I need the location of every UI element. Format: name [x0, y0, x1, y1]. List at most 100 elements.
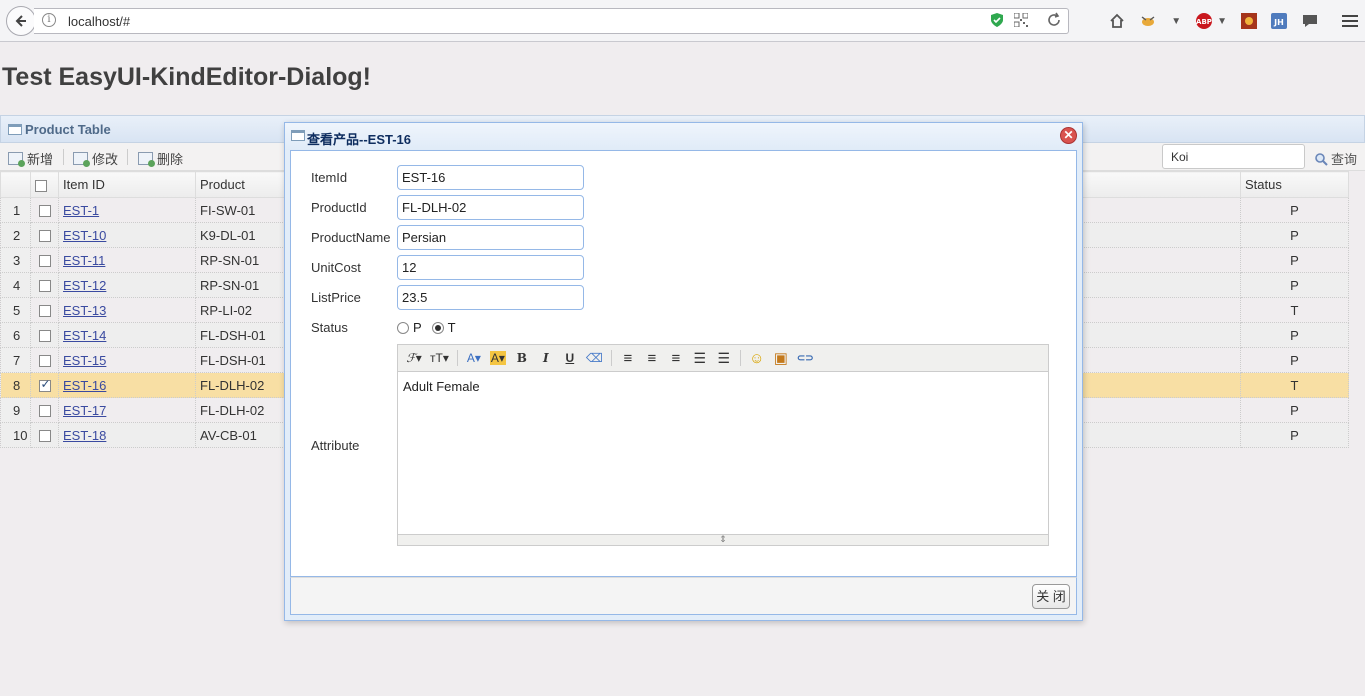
align-left-icon[interactable]: ≡	[620, 350, 636, 367]
item-id-input[interactable]	[397, 165, 584, 190]
url-text[interactable]: localhost/#	[68, 14, 130, 29]
font-size-icon[interactable]: тT▾	[430, 351, 449, 365]
search-input[interactable]	[1162, 144, 1305, 169]
row-checkbox[interactable]	[38, 280, 51, 293]
adblock-icon[interactable]: ABP	[1195, 12, 1213, 30]
row-number: 10	[0, 422, 31, 448]
row-checkbox[interactable]	[38, 377, 51, 393]
ordered-list-icon[interactable]: ☰	[692, 350, 708, 367]
search-button[interactable]: 查询	[1314, 149, 1357, 168]
align-right-icon[interactable]: ≡	[668, 350, 684, 367]
select-all-checkbox-cell[interactable]	[30, 171, 59, 198]
info-icon[interactable]: i	[42, 13, 56, 27]
editor-content[interactable]: Adult Female	[403, 379, 480, 394]
home-icon[interactable]	[1109, 13, 1125, 29]
product-id-label: ProductId	[311, 200, 367, 215]
font-name-icon[interactable]: ℱ▾	[406, 351, 422, 365]
item-id-link[interactable]: EST-16	[63, 378, 106, 393]
dialog-header: 查看产品--EST-16 ✕	[285, 123, 1082, 150]
search-icon	[1315, 152, 1328, 166]
row-checkbox[interactable]	[38, 355, 51, 368]
select-all-checkbox[interactable]	[35, 179, 47, 192]
align-center-icon[interactable]: ≡	[644, 350, 660, 367]
item-id-label: ItemId	[311, 170, 348, 185]
unordered-list-icon[interactable]: ☰	[716, 350, 732, 367]
jh-extension-icon[interactable]: JH	[1271, 13, 1287, 29]
add-button[interactable]: 新增	[8, 149, 53, 168]
image-icon[interactable]: ▣	[773, 349, 789, 367]
item-id-link[interactable]: EST-14	[63, 328, 106, 343]
back-arrow-icon	[15, 15, 26, 27]
product-name-input[interactable]	[397, 225, 584, 250]
emoticon-icon[interactable]: ☺	[749, 350, 765, 367]
row-checkbox-cell[interactable]	[30, 297, 59, 323]
column-header-status[interactable]: Status	[1240, 171, 1349, 198]
item-id-cell: EST-1	[58, 197, 196, 223]
list-price-row: ListPrice	[311, 285, 584, 310]
status-cell: P	[1240, 272, 1349, 298]
row-checkbox-cell[interactable]	[30, 397, 59, 423]
hilite-color-icon[interactable]: A▾	[489, 351, 506, 365]
row-checkbox[interactable]	[38, 430, 51, 443]
row-checkbox-cell[interactable]	[30, 322, 59, 348]
status-radio-p[interactable]	[397, 321, 409, 334]
unit-cost-label: UnitCost	[311, 260, 361, 275]
dialog-title: 查看产品--EST-16	[307, 132, 412, 147]
item-id-link[interactable]: EST-15	[63, 353, 106, 368]
row-checkbox[interactable]	[38, 330, 51, 343]
status-option-t-label: T	[447, 320, 456, 335]
qr-code-icon[interactable]	[1014, 13, 1028, 27]
row-checkbox[interactable]	[38, 230, 51, 243]
link-icon[interactable]: ⊂⊃	[797, 353, 814, 364]
product-name-row: ProductName	[311, 225, 584, 250]
chat-icon[interactable]	[1301, 13, 1319, 29]
bold-icon[interactable]: B	[514, 351, 530, 365]
row-checkbox[interactable]	[38, 405, 51, 418]
item-id-link[interactable]: EST-11	[63, 253, 105, 268]
shield-icon[interactable]	[990, 12, 1004, 28]
status-radio-t[interactable]	[431, 321, 444, 334]
edit-button-label: 修改	[92, 152, 119, 167]
item-id-link[interactable]: EST-10	[63, 228, 106, 243]
item-id-link[interactable]: EST-13	[63, 303, 106, 318]
close-button[interactable]: 关 闭	[1032, 584, 1070, 609]
row-checkbox-cell[interactable]	[30, 247, 59, 273]
row-checkbox-cell[interactable]	[30, 272, 59, 298]
row-checkbox[interactable]	[38, 205, 51, 218]
underline-icon[interactable]: U	[562, 351, 578, 365]
close-icon[interactable]: ✕	[1060, 127, 1077, 144]
row-checkbox[interactable]	[38, 255, 51, 268]
remove-format-icon[interactable]: ⌫	[586, 351, 603, 365]
url-bar[interactable]: i localhost/#	[34, 8, 1069, 34]
row-checkbox-cell[interactable]	[30, 422, 59, 448]
dialog-body: ItemId ProductId ProductName UnitCost Li…	[290, 150, 1077, 577]
item-id-link[interactable]: EST-17	[63, 403, 106, 418]
column-header-item-id[interactable]: Item ID	[58, 171, 196, 198]
item-id-link[interactable]: EST-18	[63, 428, 106, 443]
italic-icon[interactable]: I	[538, 351, 554, 365]
row-checkbox-cell[interactable]	[30, 222, 59, 248]
unit-cost-input[interactable]	[397, 255, 584, 280]
menu-icon[interactable]	[1341, 13, 1359, 29]
delete-button[interactable]: 删除	[138, 149, 183, 168]
adblock-dropdown-icon[interactable]: ▼	[1217, 16, 1227, 27]
row-number: 8	[0, 372, 31, 398]
row-checkbox-cell[interactable]	[30, 197, 59, 223]
list-price-input[interactable]	[397, 285, 584, 310]
row-checkbox-cell[interactable]	[30, 347, 59, 373]
dropdown-arrow-icon[interactable]: ▼	[1171, 16, 1181, 27]
editor-resize-handle[interactable]: ⇕	[398, 534, 1048, 545]
status-cell: P	[1240, 422, 1349, 448]
extension-bug-icon[interactable]	[1139, 13, 1157, 29]
back-button[interactable]	[6, 6, 36, 36]
product-id-input[interactable]	[397, 195, 584, 220]
reload-icon[interactable]	[1046, 12, 1062, 28]
extension-sun-icon[interactable]	[1241, 13, 1257, 29]
fore-color-icon[interactable]: A▾	[466, 351, 482, 365]
edit-button[interactable]: 修改	[73, 149, 118, 168]
toolbar-separator	[63, 149, 64, 165]
row-checkbox[interactable]	[38, 305, 51, 318]
item-id-link[interactable]: EST-12	[63, 278, 106, 293]
row-checkbox-cell[interactable]	[30, 372, 59, 398]
item-id-link[interactable]: EST-1	[63, 203, 99, 218]
